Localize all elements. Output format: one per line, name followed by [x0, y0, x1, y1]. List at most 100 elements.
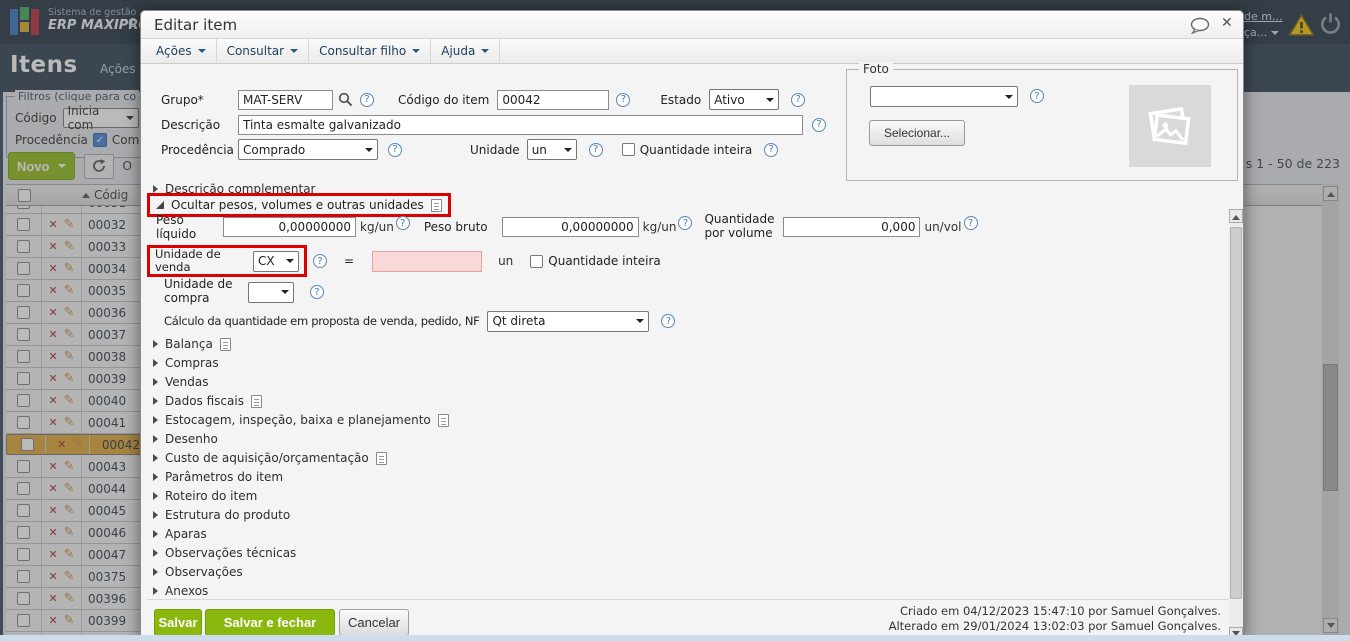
help-icon[interactable]: ?: [313, 254, 327, 268]
scroll-up-button[interactable]: [1229, 209, 1243, 223]
calculo-value: Qt direta: [492, 314, 546, 328]
grupo-input[interactable]: MAT-SERV: [238, 89, 333, 110]
peso-liquido-input[interactable]: 0,00000000: [223, 217, 356, 237]
dialog-scrollbar[interactable]: [1229, 209, 1243, 641]
section-observacoes[interactable]: Observações: [153, 565, 243, 579]
help-icon[interactable]: ?: [678, 216, 693, 230]
procedencia-select[interactable]: Comprado: [238, 139, 378, 160]
section-roteiro[interactable]: Roteiro do item: [153, 489, 257, 503]
section-dados-fiscais[interactable]: Dados fiscais: [153, 394, 262, 408]
descricao-input[interactable]: Tinta esmalte galvanizado: [238, 114, 803, 135]
peso-bruto-label: Peso bruto: [423, 220, 488, 234]
help-icon[interactable]: ?: [661, 314, 676, 328]
document-icon[interactable]: [250, 394, 262, 408]
section-custo-aquisicao[interactable]: Custo de aquisição/orçamentação: [153, 451, 387, 465]
selecionar-button[interactable]: Selecionar...: [869, 120, 966, 146]
help-icon[interactable]: ?: [588, 142, 603, 157]
document-icon[interactable]: [219, 337, 231, 351]
calculo-select[interactable]: Qt direta: [487, 310, 650, 332]
quantidade-por-volume-input[interactable]: 0,000: [783, 217, 921, 237]
foto-fieldset: Foto ? Selecionar...: [846, 62, 1238, 181]
screen: Sistema de gestão ERP MAXIPROD C de m...…: [0, 0, 1350, 641]
section-balanca[interactable]: Balança: [153, 337, 231, 351]
section-label: Balança: [165, 337, 213, 351]
help-icon[interactable]: ?: [395, 216, 410, 230]
unidade-venda-select[interactable]: CX: [253, 250, 299, 272]
quantidade-inteira-checkbox[interactable]: [621, 143, 635, 156]
document-icon[interactable]: [375, 451, 387, 465]
section-parametros[interactable]: Parâmetros do item: [153, 470, 283, 484]
section-estocagem[interactable]: Estocagem, inspeção, baixa e planejament…: [153, 413, 449, 427]
cancelar-button[interactable]: Cancelar: [339, 609, 409, 636]
quantidade-inteira-label: Quantidade inteira: [639, 142, 753, 157]
unidade-compra-select[interactable]: [248, 281, 294, 303]
help-icon[interactable]: ?: [812, 117, 826, 132]
help-icon[interactable]: ?: [310, 285, 324, 299]
comment-bubble-icon[interactable]: [1189, 17, 1213, 38]
section-ocultar-pesos[interactable]: Ocultar pesos, volumes e outras unidades: [171, 198, 424, 212]
section-label: Vendas: [165, 375, 209, 389]
menu-consultar-label: Consultar: [226, 44, 285, 58]
dialog-title: Editar item: [154, 16, 238, 34]
unidade-select[interactable]: un: [526, 139, 577, 160]
help-icon[interactable]: ?: [1030, 89, 1044, 103]
help-icon[interactable]: ?: [616, 92, 631, 107]
quantidade-inteira-venda-checkbox[interactable]: [530, 254, 544, 268]
triangle-right-icon: [153, 568, 158, 576]
section-desenho[interactable]: Desenho: [153, 432, 218, 446]
menu-consultar[interactable]: Consultar: [217, 39, 310, 63]
chevron-down-icon: [197, 49, 206, 57]
section-observacoes-tecnicas[interactable]: Observações técnicas: [153, 546, 296, 560]
salvar-button[interactable]: Salvar: [154, 609, 202, 636]
unidade-value: un: [531, 142, 547, 157]
conversion-input[interactable]: [372, 250, 483, 272]
foto-select[interactable]: [870, 86, 1018, 107]
section-label: Aparas: [165, 527, 207, 541]
help-icon[interactable]: ?: [791, 92, 806, 107]
peso-bruto-input[interactable]: 0,00000000: [501, 217, 639, 237]
section-label: Desenho: [165, 432, 218, 446]
help-icon[interactable]: ?: [963, 216, 978, 230]
section-estrutura[interactable]: Estrutura do produto: [153, 508, 290, 522]
menu-consultar-filho[interactable]: Consultar filho: [309, 39, 432, 63]
menu-acoes-label: Ações: [156, 44, 192, 58]
photo-icon: [1148, 106, 1191, 146]
help-icon[interactable]: ?: [388, 142, 402, 157]
section-label: Compras: [165, 356, 219, 370]
chevron-down-icon: [281, 290, 289, 298]
triangle-right-icon: [153, 530, 158, 538]
created-text: Criado em 04/12/2023 15:47:10 por Samuel…: [900, 604, 1221, 618]
triangle-right-icon: [153, 435, 158, 443]
close-icon[interactable]: ✕: [1221, 15, 1233, 31]
unidade-venda-value: CX: [258, 254, 275, 268]
dialog-titlebar[interactable]: Editar item ✕: [141, 11, 1243, 39]
triangle-right-icon: [153, 378, 158, 386]
triangle-up-icon: [1232, 211, 1240, 220]
menu-acoes[interactable]: Ações: [146, 39, 217, 63]
help-icon[interactable]: ?: [764, 142, 779, 157]
section-compras[interactable]: Compras: [153, 356, 219, 370]
section-anexos[interactable]: Anexos: [153, 584, 208, 598]
chevron-down-icon: [636, 319, 645, 327]
menu-ajuda[interactable]: Ajuda: [431, 39, 501, 63]
scrollbar-thumb[interactable]: [1230, 227, 1242, 599]
unidade-compra-label: Unidade de compra: [164, 277, 233, 305]
estado-select[interactable]: Ativo: [709, 89, 780, 110]
altered-text: Alterado em 29/01/2024 13:02:03 por Samu…: [888, 619, 1221, 633]
chevron-down-icon: [563, 147, 572, 156]
document-icon[interactable]: [437, 413, 449, 427]
estado-label: Estado: [660, 92, 702, 107]
section-vendas[interactable]: Vendas: [153, 375, 209, 389]
search-icon[interactable]: [338, 92, 353, 107]
codigo-item-input[interactable]: 00042: [497, 89, 610, 110]
audit-info: Criado em 04/12/2023 15:47:10 por Samuel…: [889, 604, 1221, 634]
section-aparas[interactable]: Aparas: [153, 527, 207, 541]
triangle-right-icon: [153, 416, 158, 424]
dialog-menubar: Ações Consultar Consultar filho Ajuda: [141, 39, 1243, 64]
triangle-right-icon: [153, 359, 158, 367]
salvar-e-fechar-button[interactable]: Salvar e fechar: [205, 609, 335, 636]
foto-legend: Foto: [859, 62, 893, 76]
triangle-right-icon: [153, 473, 158, 481]
document-icon[interactable]: [430, 198, 442, 212]
help-icon[interactable]: ?: [360, 92, 374, 107]
